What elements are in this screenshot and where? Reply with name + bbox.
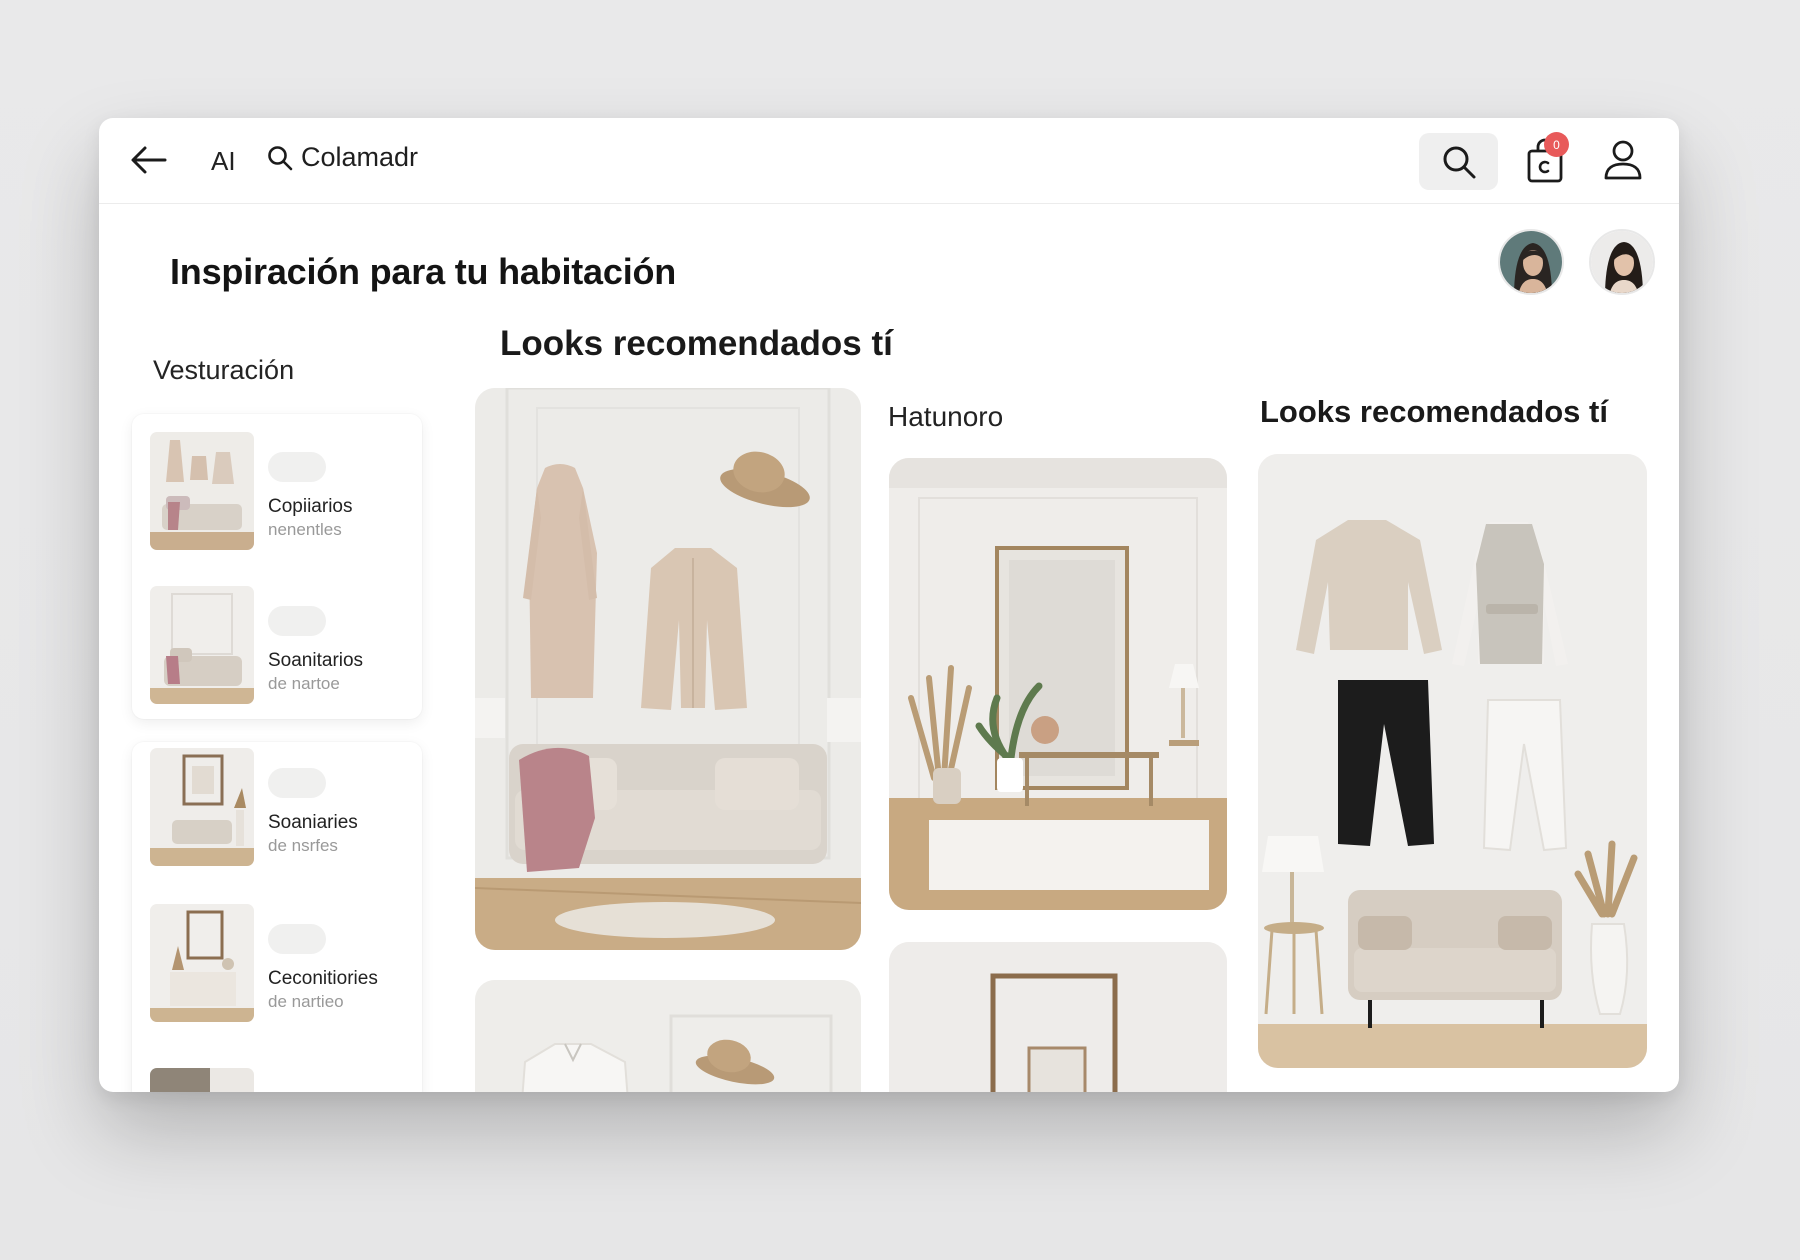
ai-label[interactable]: AI	[211, 146, 236, 177]
room-card-mirror[interactable]	[889, 458, 1227, 910]
cart-badge: 0	[1544, 132, 1569, 157]
sidebar-title: Vesturación	[153, 355, 295, 385]
sidebar-item-subtitle: nenentles	[268, 520, 342, 539]
sidebar-item-title: Ceconitiories	[268, 968, 378, 989]
top-bar: AI Colamadr 0	[99, 118, 1679, 204]
sidebar-item-subtitle: de nartieo	[268, 992, 344, 1011]
search-icon	[268, 145, 293, 170]
sidebar-card: Copiiarios nenentles Soanitarios de nart…	[132, 414, 422, 719]
sidebar-item[interactable]: Copiiarios nenentles	[150, 432, 410, 552]
sidebar-item-subtitle: de nsrfes	[268, 836, 338, 855]
room-image	[889, 942, 1227, 1092]
back-button[interactable]	[129, 142, 169, 178]
thumbnail	[150, 748, 254, 866]
avatar[interactable]	[1589, 229, 1655, 295]
thumbnail	[150, 904, 254, 1022]
tag-pill	[268, 768, 326, 798]
page-title: Inspiración para tu habitación	[170, 251, 677, 292]
search-query[interactable]: Colamadr	[301, 142, 418, 173]
app-window: AI Colamadr 0 Inspiración para tu habita…	[99, 118, 1679, 1092]
section-title-looks-right: Looks recomendados tí	[1260, 394, 1608, 429]
room-image	[889, 458, 1227, 910]
search-button[interactable]	[1419, 133, 1498, 190]
look-image	[1258, 454, 1647, 1068]
sidebar-item[interactable]: Soanitarios de nartoe	[150, 586, 410, 706]
tag-pill	[268, 924, 326, 954]
user-icon	[1604, 140, 1642, 180]
sidebar-card: Soaniaries de nsrfes Ceconitiories de na…	[132, 742, 422, 1092]
thumbnail	[150, 586, 254, 704]
sidebar-item[interactable]: Soaniaries de nsrfes	[150, 748, 410, 868]
user-button[interactable]	[1601, 138, 1645, 182]
tag-pill	[268, 452, 326, 482]
room-card-partial[interactable]	[889, 942, 1227, 1092]
thumbnail	[150, 432, 254, 550]
search-bar[interactable]: Colamadr	[267, 142, 418, 173]
sidebar-item-subtitle: de nartoe	[268, 674, 340, 693]
section-title-looks: Looks recomendados tí	[500, 324, 893, 363]
arrow-left-icon	[131, 146, 167, 174]
avatar-photo	[1500, 231, 1562, 293]
tag-pill	[268, 606, 326, 636]
look-image	[475, 388, 861, 950]
thumbnail	[150, 1068, 254, 1092]
avatar[interactable]	[1498, 229, 1564, 295]
sidebar-item[interactable]: Ceconitiories de nartieo	[150, 904, 410, 1024]
look-card-outfits[interactable]	[1258, 454, 1647, 1068]
sidebar-item-title: Soanitarios	[268, 650, 364, 671]
look-card-partial[interactable]	[475, 980, 861, 1092]
sidebar-item[interactable]	[150, 1068, 410, 1092]
avatar-photo	[1591, 231, 1653, 293]
sidebar-item-title: Soaniaries	[268, 812, 358, 833]
look-card-living-room[interactable]	[475, 388, 861, 950]
section-title-middle: Hatunoro	[888, 401, 1004, 432]
look-image	[475, 980, 861, 1092]
search-icon	[1443, 146, 1475, 178]
sidebar-item-title: Copiiarios	[268, 496, 353, 517]
